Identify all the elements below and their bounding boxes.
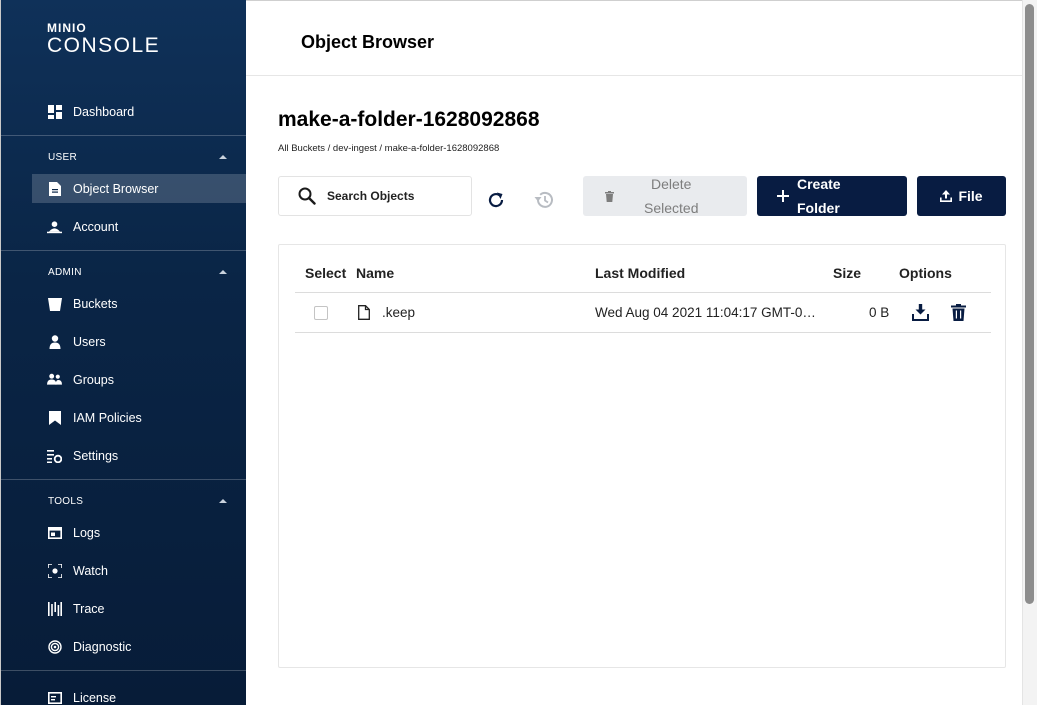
download-button[interactable] (912, 304, 929, 321)
bucket-icon (47, 296, 62, 311)
sidebar-item-label: Account (73, 219, 119, 234)
sidebar-item-label: Object Browser (73, 181, 159, 196)
logo-min-text: MINIO (47, 21, 87, 35)
sidebar-item-label: Watch (73, 563, 108, 578)
collapse-caret-icon[interactable] (219, 270, 227, 274)
download-icon (912, 304, 929, 321)
page-title: Object Browser (301, 32, 435, 52)
minio-console-logo[interactable]: MINIO CONSOLE (47, 22, 160, 56)
sidebar-divider (1, 670, 246, 671)
sidebar-item-logs[interactable]: Logs (32, 518, 246, 547)
column-header-size[interactable]: Size (833, 265, 861, 281)
upload-label: File (958, 188, 983, 204)
scrollbar-thumb[interactable] (1025, 4, 1034, 604)
sidebar-item-label: License (73, 690, 117, 705)
trash-icon (951, 304, 966, 321)
delete-selected-button[interactable]: Delete Selected (583, 176, 747, 216)
column-header-last-modified[interactable]: Last Modified (595, 265, 685, 281)
rewind-history-button[interactable] (531, 187, 557, 213)
watch-icon (47, 563, 62, 578)
diagnostic-icon (47, 639, 62, 654)
row-name[interactable]: .keep (382, 305, 415, 320)
section-label-admin: ADMIN (48, 267, 82, 278)
delete-label-line2: Selected (644, 200, 699, 216)
upload-icon (940, 190, 953, 202)
row-size: 0 B (869, 305, 890, 320)
breadcrumb[interactable]: All Buckets / dev-ingest / make-a-folder… (278, 143, 499, 154)
sidebar: MINIO CONSOLE Dashboard USER Object Brow… (0, 0, 246, 705)
sidebar-item-label: Trace (73, 601, 105, 616)
logs-icon (47, 525, 62, 540)
sidebar-item-label: Groups (73, 372, 114, 387)
section-label-user: USER (48, 152, 77, 163)
page-header: Object Browser (246, 0, 1037, 76)
history-icon (534, 191, 553, 208)
sidebar-item-license[interactable]: License (32, 683, 246, 705)
collapse-caret-icon[interactable] (219, 155, 227, 159)
bucket-title: make-a-folder-1628092868 (278, 108, 540, 131)
trace-icon (47, 601, 62, 616)
table-row-divider (295, 332, 991, 333)
refresh-button[interactable] (483, 187, 509, 213)
license-icon (47, 690, 62, 705)
create-label-line2: Folder (797, 200, 840, 216)
sidebar-item-label: Logs (73, 525, 101, 540)
sidebar-divider (1, 135, 246, 136)
collapse-caret-icon[interactable] (219, 499, 227, 503)
file-icon (47, 181, 62, 196)
sidebar-item-object-browser[interactable]: Object Browser (32, 174, 246, 203)
logo-console-text: CONSOLE (47, 34, 161, 57)
column-header-select: Select (305, 265, 347, 281)
sidebar-item-watch[interactable]: Watch (32, 556, 246, 585)
user-icon (47, 334, 62, 349)
trash-icon (605, 190, 614, 202)
sidebar-item-iam-policies[interactable]: IAM Policies (32, 403, 246, 432)
sidebar-item-label: Dashboard (73, 104, 135, 119)
plus-icon (777, 190, 789, 202)
sidebar-item-groups[interactable]: Groups (32, 365, 246, 394)
search-icon (298, 187, 316, 205)
groups-icon (47, 372, 62, 387)
sidebar-divider (1, 250, 246, 251)
sidebar-item-label: Buckets (73, 296, 118, 311)
table-header-divider (295, 292, 991, 293)
row-select-checkbox[interactable] (314, 306, 328, 320)
refresh-icon (488, 192, 504, 208)
sidebar-item-label: Settings (73, 448, 119, 463)
sidebar-item-buckets[interactable]: Buckets (32, 289, 246, 318)
section-label-tools: TOOLS (48, 496, 84, 507)
settings-icon (47, 448, 62, 463)
create-folder-button[interactable]: Create Folder (757, 176, 907, 216)
row-last-modified: Wed Aug 04 2021 11:04:17 GMT-0… (595, 305, 816, 320)
column-header-name[interactable]: Name (356, 265, 394, 281)
dashboard-icon (47, 104, 62, 119)
search-box[interactable] (278, 176, 472, 216)
sidebar-item-label: IAM Policies (73, 410, 142, 425)
sidebar-item-label: Users (73, 334, 106, 349)
sidebar-divider (1, 479, 246, 480)
sidebar-item-users[interactable]: Users (32, 327, 246, 356)
sidebar-item-dashboard[interactable]: Dashboard (32, 97, 246, 126)
upload-file-button[interactable]: File (917, 176, 1006, 216)
delete-label-line1: Delete (651, 176, 692, 192)
account-icon (47, 219, 62, 234)
sidebar-item-account[interactable]: Account (32, 212, 246, 241)
sidebar-item-label: Diagnostic (73, 639, 132, 654)
create-label-line1: Create (797, 176, 841, 192)
bookmark-icon (47, 410, 62, 425)
column-header-options: Options (899, 265, 952, 281)
sidebar-item-settings[interactable]: Settings (32, 441, 246, 470)
delete-row-button[interactable] (951, 304, 966, 321)
sidebar-item-trace[interactable]: Trace (32, 594, 246, 623)
file-icon (358, 305, 370, 320)
search-input[interactable] (327, 189, 457, 203)
sidebar-item-diagnostic[interactable]: Diagnostic (32, 632, 246, 661)
